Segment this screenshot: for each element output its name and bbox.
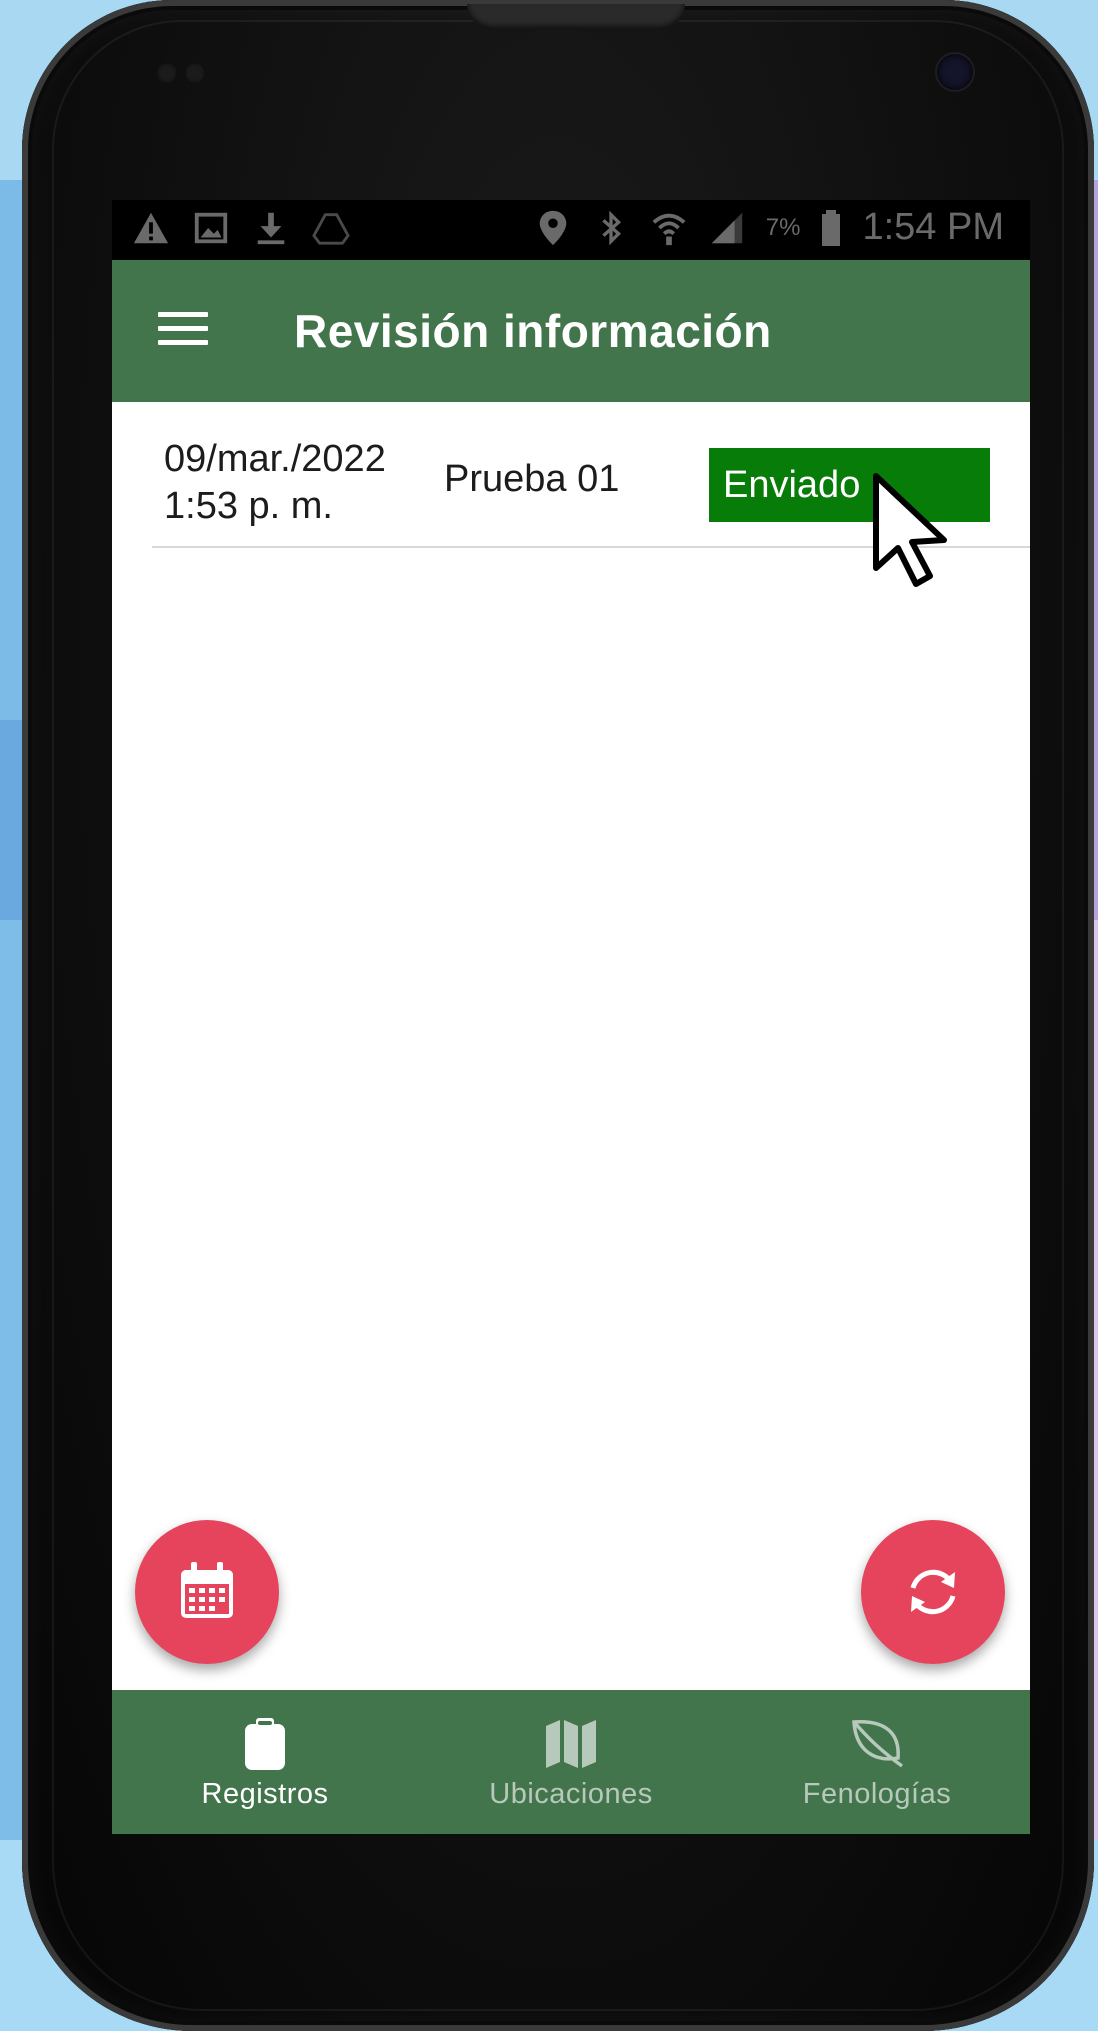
record-name: Prueba 01 (444, 458, 620, 500)
map-icon (546, 1720, 596, 1768)
front-camera (937, 54, 973, 90)
nav-item-registros[interactable]: Registros (112, 1690, 418, 1834)
location-icon (539, 210, 567, 245)
screen: 7% 1:54 PM Revisión información 09/mar./… (112, 200, 1030, 1834)
page-title: Revisión información (294, 305, 772, 357)
warning-icon (133, 212, 169, 244)
record-date: 09/mar./2022 (164, 438, 386, 480)
calendar-fab-button[interactable] (135, 1520, 279, 1664)
record-datetime: 09/mar./2022 1:53 p. m. (164, 436, 386, 530)
battery-percent: 7% (765, 213, 801, 241)
image-icon (194, 212, 228, 244)
bluetooth-icon (602, 210, 621, 245)
app-bar: Revisión información (112, 260, 1030, 402)
nav-label-registros: Registros (201, 1778, 329, 1810)
status-bar: 7% 1:54 PM (112, 200, 1030, 260)
nav-label-ubicaciones: Ubicaciones (489, 1778, 653, 1810)
battery-icon (822, 209, 841, 246)
signal-icon (711, 212, 742, 243)
wifi-icon (652, 213, 686, 245)
bottom-navigation: Registros Ubicaciones Fenologías (112, 1690, 1030, 1834)
calendar-icon (181, 1562, 233, 1618)
leaf-icon (852, 1720, 904, 1768)
mouse-pointer-icon (873, 473, 947, 587)
record-time: 1:53 p. m. (164, 485, 333, 527)
clipboard-icon (245, 1718, 285, 1770)
speaker-grille (467, 4, 685, 30)
drive-icon (312, 213, 350, 245)
nav-item-fenologias[interactable]: Fenologías (724, 1690, 1030, 1834)
hamburger-menu-icon[interactable] (158, 312, 208, 352)
nav-label-fenologias: Fenologías (802, 1778, 952, 1810)
sync-icon (910, 1569, 956, 1615)
nav-item-ubicaciones[interactable]: Ubicaciones (418, 1690, 724, 1834)
download-icon (257, 212, 285, 245)
clock: 1:54 PM (862, 206, 1004, 248)
sensor-dots (156, 62, 212, 89)
sync-fab-button[interactable] (861, 1520, 1005, 1664)
